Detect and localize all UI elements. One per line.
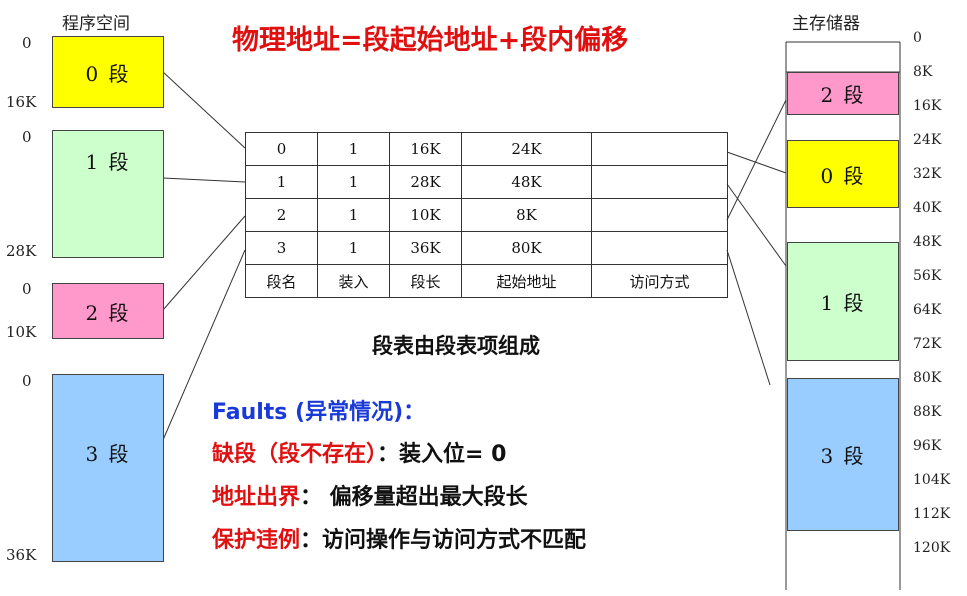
program-segment-0-label: 0 段 <box>85 61 131 86</box>
connector-seg1-memory <box>726 183 787 267</box>
program-seg3-end: 36K <box>6 546 37 564</box>
table-cell: 1 <box>317 198 390 232</box>
table-cell: 28K <box>389 165 462 199</box>
table-cell: 16K <box>389 132 462 166</box>
table-cell: 0 <box>245 132 318 166</box>
table-cell: 1 <box>317 132 390 166</box>
memory-segment-label: 1 段 <box>820 291 866 315</box>
memory-segment-3: 3 段 <box>787 378 899 531</box>
table-cell <box>591 132 728 166</box>
main-memory-label: 主存储器 <box>792 14 860 34</box>
page-title: 物理地址=段起始地址+段内偏移 <box>232 25 629 56</box>
fault-key: 保护违例 <box>212 528 301 553</box>
program-segment-1-label: 1 段 <box>85 149 131 174</box>
program-seg2-start: 0 <box>22 280 32 298</box>
table-cell: 1 <box>317 165 390 199</box>
memory-tick-label: 120K <box>913 540 951 556</box>
program-segment-2: 2 段 <box>52 283 164 339</box>
memory-tick-label: 72K <box>913 336 942 352</box>
memory-tick-label: 64K <box>913 302 942 318</box>
program-segment-0: 0 段 <box>52 36 164 108</box>
program-seg1-start: 0 <box>22 128 32 146</box>
connector-seg2-program <box>162 215 246 311</box>
header-access-mode: 访问方式 <box>591 264 728 298</box>
memory-segment-0: 2 段 <box>787 72 899 115</box>
table-cell <box>591 231 728 265</box>
program-seg2-end: 10K <box>6 323 37 341</box>
fault-item-out-of-bounds: 地址出界： 偏移量超出最大段长 <box>212 479 528 511</box>
table-cell <box>591 165 728 199</box>
memory-tick-label: 88K <box>913 404 942 420</box>
header-segment-length: 段长 <box>389 264 462 298</box>
table-cell: 8K <box>461 198 592 232</box>
memory-tick-label: 80K <box>913 370 942 386</box>
memory-tick-label: 8K <box>913 64 933 80</box>
program-segment-3: 3 段 <box>52 374 164 562</box>
program-seg0-end: 16K <box>6 93 37 111</box>
table-row: 2 1 10K 8K <box>245 198 728 232</box>
table-cell: 3 <box>245 231 318 265</box>
memory-tick-label: 16K <box>913 98 942 114</box>
memory-segment-label: 2 段 <box>820 82 866 107</box>
memory-tick-label: 112K <box>913 506 951 522</box>
fault-value: ：装入位= 0 <box>377 442 507 467</box>
fault-value: ：访问操作与访问方式不匹配 <box>300 528 587 553</box>
memory-tick-label: 0 <box>913 30 922 46</box>
memory-tick-label: 104K <box>913 472 951 488</box>
program-segment-3-label: 3 段 <box>85 441 131 466</box>
table-cell: 2 <box>245 198 318 232</box>
table-cell: 1 <box>317 231 390 265</box>
table-cell: 24K <box>461 132 592 166</box>
table-row: 3 1 36K 80K <box>245 231 728 265</box>
table-caption: 段表由段表项组成 <box>372 334 540 358</box>
program-space-label: 程序空间 <box>62 14 130 34</box>
fault-key: 缺段（段不存在） <box>212 442 378 467</box>
memory-tick-label: 24K <box>913 132 942 148</box>
fault-item-protection: 保护违例：访问操作与访问方式不匹配 <box>212 522 586 554</box>
table-cell: 80K <box>461 231 592 265</box>
faults-heading: Faults (异常情况)： <box>212 400 426 425</box>
table-cell <box>591 198 728 232</box>
memory-tick-label: 96K <box>913 438 942 454</box>
memory-segment-1: 0 段 <box>787 140 899 208</box>
connector-seg2-memory <box>726 99 787 221</box>
program-seg0-start: 0 <box>22 34 32 52</box>
connector-seg0-memory <box>726 151 787 174</box>
segment-table: 0 1 16K 24K 1 1 28K 48K 2 1 10K 8K 3 1 3… <box>245 132 728 298</box>
connector-seg0-program <box>162 71 246 149</box>
program-seg3-start: 0 <box>22 372 32 390</box>
fault-key: 地址出界 <box>212 485 301 510</box>
memory-tick-label: 40K <box>913 200 942 216</box>
table-row: 0 1 16K 24K <box>245 132 728 166</box>
memory-tick-label: 32K <box>913 166 942 182</box>
program-seg1-end: 28K <box>6 242 37 260</box>
header-loaded: 装入 <box>317 264 390 298</box>
fault-item-missing-segment: 缺段（段不存在）：装入位= 0 <box>212 436 506 468</box>
table-cell: 36K <box>389 231 462 265</box>
program-segment-2-label: 2 段 <box>85 300 131 325</box>
memory-segment-label: 0 段 <box>820 163 866 188</box>
table-cell: 1 <box>245 165 318 199</box>
connector-seg1-program <box>162 177 246 183</box>
memory-tick-label: 48K <box>913 234 942 250</box>
table-cell: 48K <box>461 165 592 199</box>
memory-segment-2: 1 段 <box>787 242 899 361</box>
memory-tick-label: 56K <box>913 268 942 284</box>
program-segment-1: 1 段 <box>52 130 164 258</box>
memory-segment-label: 3 段 <box>820 444 866 468</box>
header-start-address: 起始地址 <box>461 264 592 298</box>
connector-seg3-memory <box>726 249 771 386</box>
table-cell: 10K <box>389 198 462 232</box>
fault-value: ： 偏移量超出最大段长 <box>300 485 528 510</box>
table-row: 1 1 28K 48K <box>245 165 728 199</box>
table-header-row: 段名 装入 段长 起始地址 访问方式 <box>245 264 728 298</box>
header-segment-name: 段名 <box>245 264 318 298</box>
